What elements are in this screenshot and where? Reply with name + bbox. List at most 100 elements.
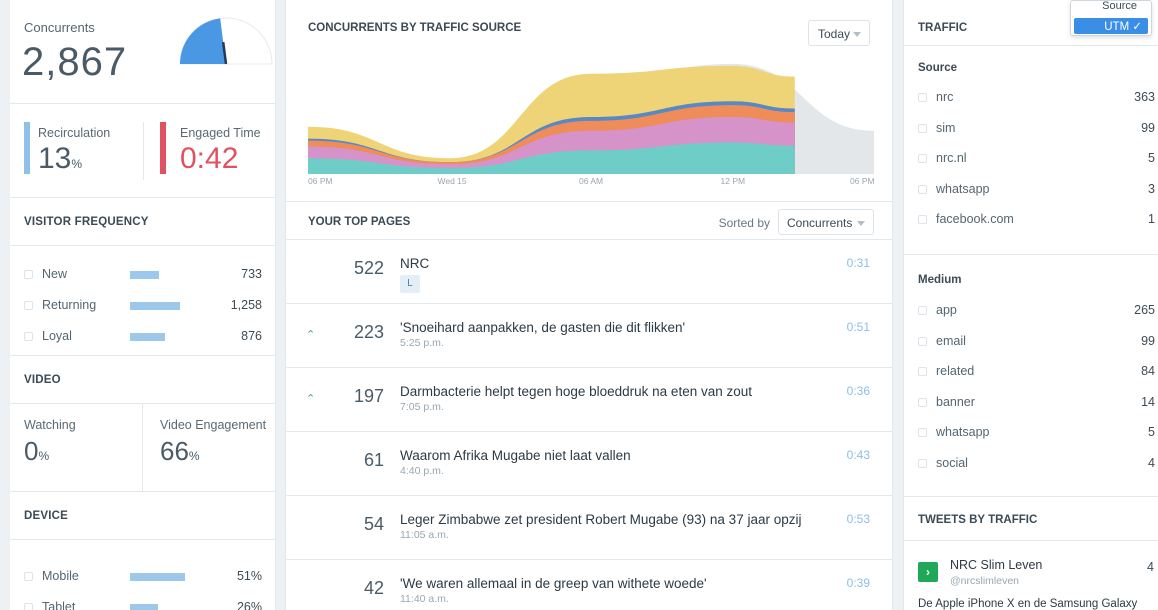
main-panel: CONCURRENTS BY TRAFFIC SOURCE Today 06 P…: [285, 0, 893, 610]
checkbox[interactable]: [918, 154, 927, 164]
page-concurrents: 197: [353, 386, 384, 406]
range-select[interactable]: Today: [808, 20, 870, 46]
video-header: VIDEO: [10, 356, 275, 404]
frequency-value: 733: [241, 267, 262, 281]
source-row[interactable]: facebook.com 1: [918, 211, 1155, 231]
source-name: nrc.nl: [936, 151, 967, 166]
video-title: VIDEO: [24, 374, 61, 386]
medium-value: 5: [1148, 425, 1155, 440]
source-name: whatsapp: [936, 181, 990, 196]
dropdown-option-source[interactable]: Source: [1102, 0, 1137, 12]
top-pages-header: YOUR TOP PAGES Sorted by Concurrents: [286, 202, 892, 240]
page-row[interactable]: 61 Waarom Afrika Mugabe niet laat vallen 4…: [286, 432, 892, 496]
frequency-row[interactable]: Loyal 876: [24, 328, 262, 348]
checkbox[interactable]: [918, 336, 927, 346]
engaged-time-bar: [160, 122, 166, 174]
concurrents-gauge: [179, 17, 273, 65]
sort-select[interactable]: Concurrents: [778, 209, 874, 235]
checkbox[interactable]: [24, 270, 33, 279]
medium-name: banner: [936, 394, 975, 409]
page-engaged-time: 0:53: [846, 512, 870, 526]
frequency-bar: [130, 302, 180, 310]
source-row[interactable]: sim 99: [918, 120, 1155, 140]
page-tag: L: [400, 275, 420, 293]
checkbox[interactable]: [918, 215, 927, 225]
page-row[interactable]: ⌃ 223 'Snoeihard aanpakken, de gasten die …: [286, 304, 892, 368]
device-name: Tablet: [42, 600, 76, 610]
page-row[interactable]: ⌃ 197 Darmbacterie helpt tegen hoge bloedd…: [286, 368, 892, 432]
source-value: 3: [1148, 181, 1155, 196]
key-metrics: Recirculation 13% Engaged Time 0:42: [10, 104, 275, 198]
checkbox[interactable]: [918, 123, 927, 133]
checkbox[interactable]: [918, 428, 927, 438]
tweets-title: TWEETS BY TRAFFIC: [918, 514, 1038, 526]
medium-row[interactable]: social 4: [918, 455, 1155, 475]
source-name: nrc: [936, 90, 954, 104]
video-engagement-value: 66%: [160, 436, 200, 466]
traffic-mode-dropdown[interactable]: Source UTM ✓: [1070, 0, 1152, 36]
source-row[interactable]: nrc.nl 5: [918, 150, 1155, 170]
checkbox[interactable]: [918, 397, 927, 407]
page-title[interactable]: Darmbacterie helpt tegen hoge bloeddruk …: [400, 384, 752, 399]
checkbox[interactable]: [24, 572, 33, 581]
x-tick-label: 12 PM: [720, 176, 746, 186]
page-title[interactable]: Waarom Afrika Mugabe niet laat vallen: [400, 448, 631, 463]
page-time: 11:40 a.m.: [400, 593, 449, 605]
range-select-value: Today: [818, 27, 851, 41]
checkbox[interactable]: [918, 367, 927, 377]
page-concurrents: 61: [363, 450, 384, 470]
source-row[interactable]: whatsapp 3: [918, 181, 1155, 201]
device-value: 26%: [236, 600, 262, 610]
top-pages-title: YOUR TOP PAGES: [308, 216, 411, 228]
checkbox[interactable]: [24, 603, 33, 610]
medium-row[interactable]: email 99: [918, 333, 1155, 353]
page-title[interactable]: 'We waren allemaal in de greep van withe…: [400, 576, 707, 591]
page-title[interactable]: 'Snoeihard aanpakken, de gasten die dit …: [400, 320, 685, 335]
device-header: DEVICE: [10, 492, 275, 540]
frequency-row[interactable]: New 733: [24, 266, 262, 286]
medium-row[interactable]: whatsapp 5: [918, 424, 1155, 444]
video-engagement: Video Engagement 66%: [160, 418, 266, 467]
tweet-author[interactable]: NRC Slim Leven: [950, 558, 1042, 572]
page-title[interactable]: Leger Zimbabwe zet president Robert Muga…: [400, 512, 801, 527]
sort-select-value: Concurrents: [787, 216, 853, 230]
nrc-logo-icon: ›: [918, 562, 938, 582]
medium-value: 14: [1141, 394, 1155, 409]
page-row[interactable]: 522 NRC L 0:31: [286, 240, 892, 304]
device-list: Mobile 51% Tablet 26%: [10, 540, 275, 610]
frequency-bar: [130, 271, 159, 279]
recirculation-value: 13%: [38, 142, 83, 175]
checkbox[interactable]: [24, 332, 33, 341]
checkbox[interactable]: [918, 184, 927, 194]
page-concurrents: 54: [363, 514, 384, 534]
page-title[interactable]: NRC: [400, 256, 429, 271]
medium-title: Medium: [918, 274, 962, 286]
page-engaged-time: 0:31: [846, 256, 870, 270]
video-engagement-label: Video Engagement: [160, 418, 267, 432]
medium-row[interactable]: banner 14: [918, 394, 1155, 414]
checkbox[interactable]: [918, 459, 927, 468]
page-time: 4:40 p.m.: [400, 465, 444, 477]
frequency-row[interactable]: Returning 1,258: [24, 297, 262, 317]
page-time: 11:05 a.m.: [400, 529, 449, 541]
top-pages-list: 522 NRC L 0:31 ⌃ 223 'Snoeihard aanpakken, de …: [286, 240, 892, 610]
checkbox[interactable]: [24, 301, 33, 310]
medium-row[interactable]: related 84: [918, 363, 1155, 383]
page-row[interactable]: 42 'We waren allemaal in de greep van wit…: [286, 560, 892, 610]
area-chart[interactable]: [308, 56, 874, 178]
medium-row[interactable]: app 265: [918, 302, 1155, 322]
concurrents-label: Concurrents: [24, 20, 95, 35]
page-row[interactable]: 54 Leger Zimbabwe zet president Robert Mu…: [286, 496, 892, 560]
checkbox[interactable]: [918, 93, 927, 102]
tweet-text: De Apple iPhone X en de Samsung Galaxy: [918, 598, 1138, 610]
engaged-time-value: 0:42: [180, 142, 239, 175]
device-name: Mobile: [42, 569, 79, 583]
checkbox[interactable]: [918, 306, 927, 315]
device-row[interactable]: Mobile 51%: [24, 568, 262, 588]
page-engaged-time: 0:51: [846, 320, 870, 334]
frequency-value: 876: [241, 329, 262, 343]
device-row[interactable]: Tablet 26%: [24, 599, 262, 610]
dropdown-option-utm[interactable]: UTM ✓: [1074, 18, 1148, 34]
medium-name: related: [936, 364, 975, 379]
source-row[interactable]: nrc 363: [918, 89, 1155, 109]
